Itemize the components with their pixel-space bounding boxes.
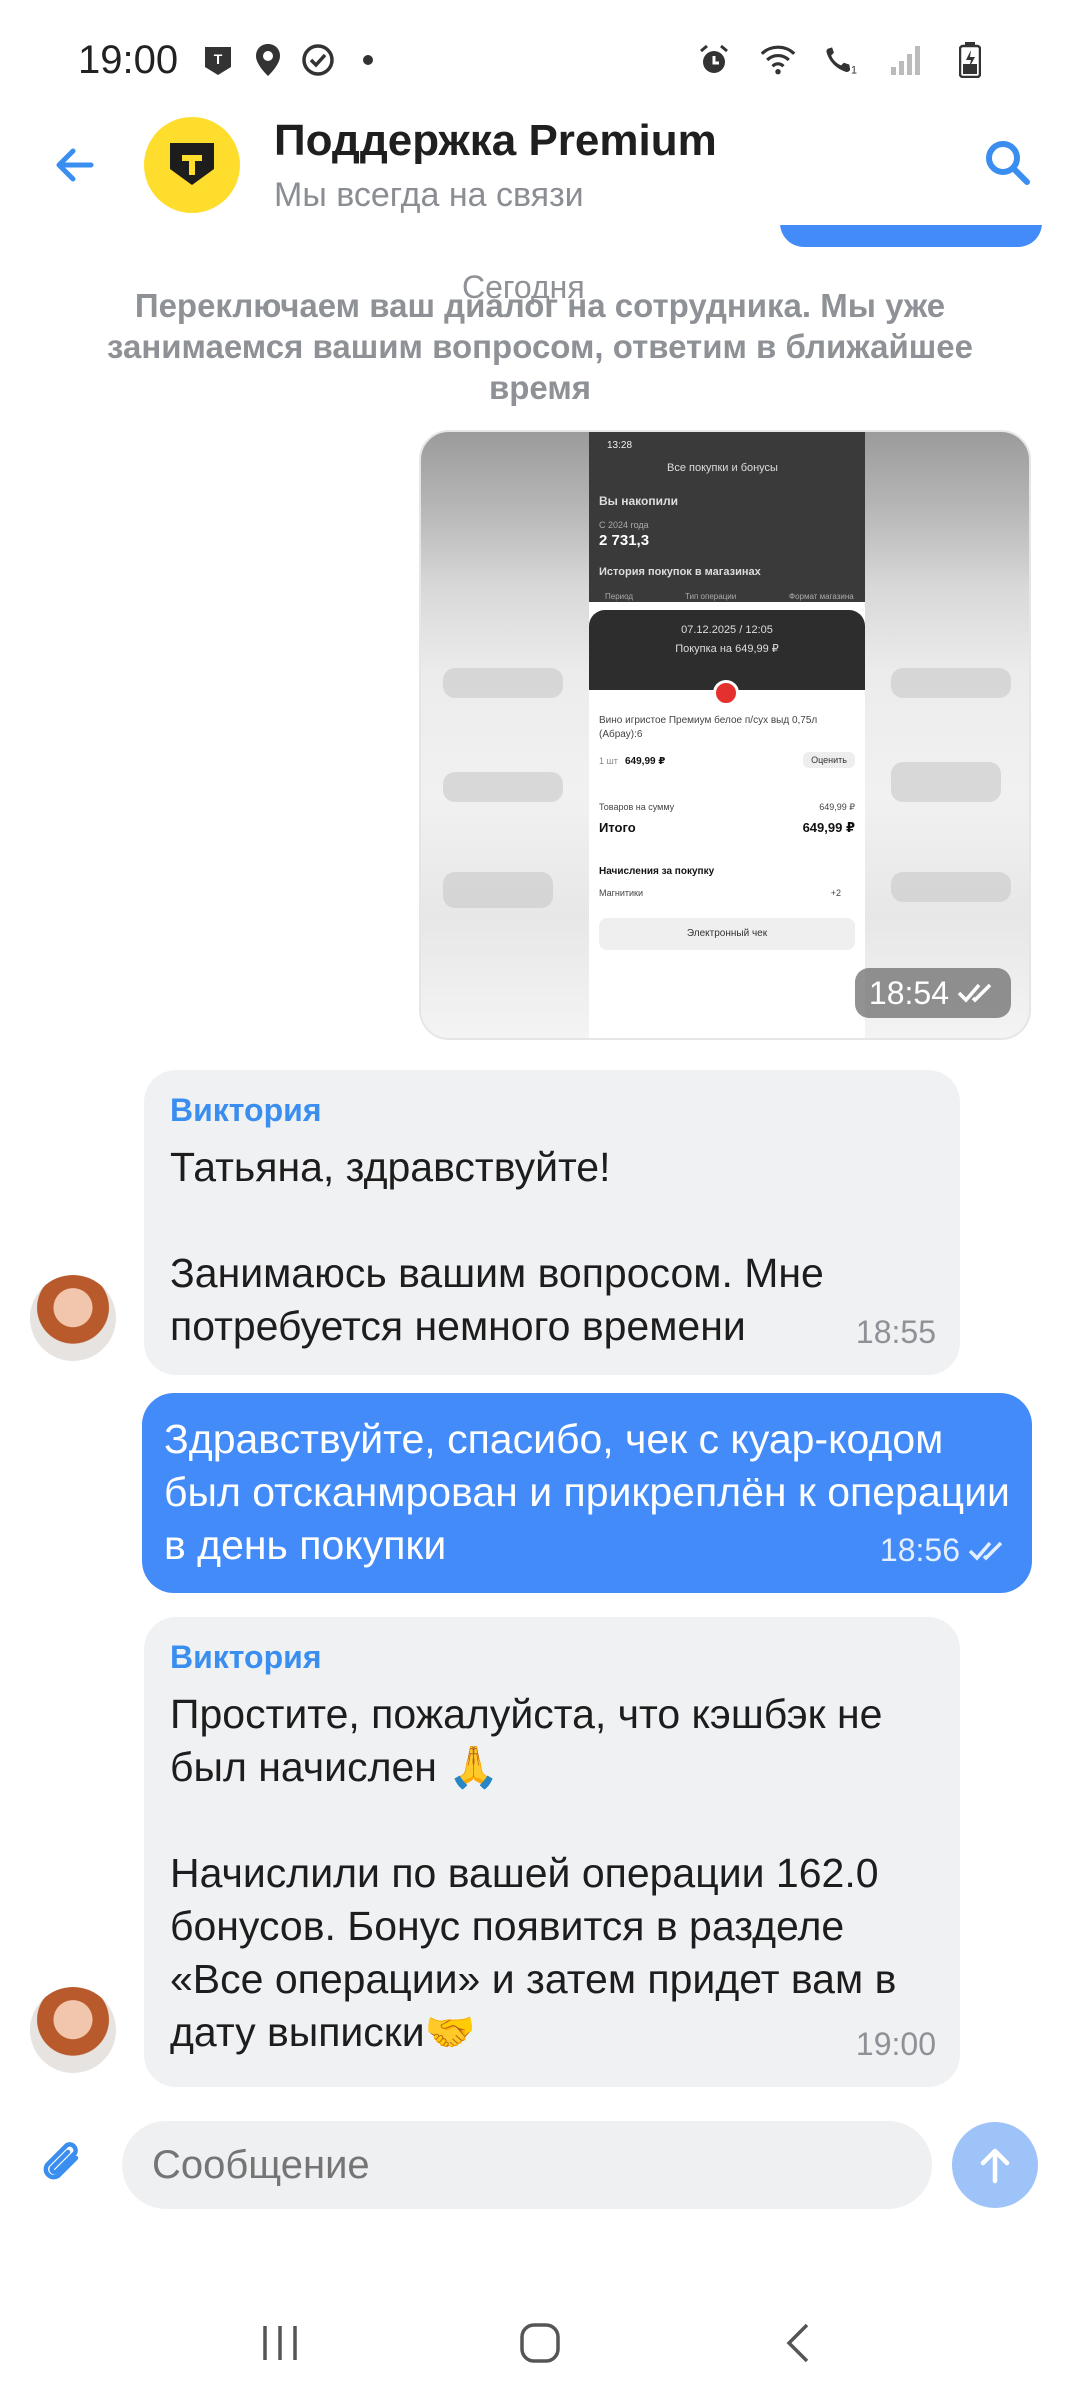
e-check-button: Электронный чек xyxy=(599,918,855,950)
receipt-total-label: Итого xyxy=(599,820,636,835)
app-notification-icon: T xyxy=(200,42,236,78)
message-time: 18:55 xyxy=(855,1314,936,1350)
signal-icon xyxy=(888,42,924,78)
image-message[interactable]: 13:28 Все покупки и бонусы Вы накопили С… xyxy=(419,430,1031,1040)
filter-type: Тип операции xyxy=(685,592,737,601)
screenshot-time: 13:28 xyxy=(607,440,633,451)
image-time-text: 18:54 xyxy=(868,974,949,1011)
screenshot-header: 13:28 Все покупки и бонусы Вы накопили С… xyxy=(589,432,865,602)
svg-text:1: 1 xyxy=(851,65,857,77)
message-input[interactable] xyxy=(122,2121,932,2209)
double-check-icon xyxy=(968,1541,1003,1561)
message-text: Простите, пожалуйста, что кэшбэк не был … xyxy=(170,1691,897,2055)
wifi-call-icon: 1 xyxy=(824,42,860,78)
receipt-date: 07.12.2025 / 12:05 xyxy=(681,624,773,636)
agent-avatar[interactable] xyxy=(30,1275,116,1361)
back-button[interactable] xyxy=(40,130,110,200)
screenshot-amount: 2 731,3 xyxy=(599,532,650,549)
home-button[interactable] xyxy=(500,2303,580,2383)
check-circle-icon xyxy=(300,42,336,78)
receipt-item: Вино игристое Премиум белое п/сух выд 0,… xyxy=(599,715,818,740)
dot-icon xyxy=(350,42,386,78)
system-nav-bar xyxy=(0,2285,1080,2400)
receipt-body: Вино игристое Премиум белое п/сух выд 0,… xyxy=(589,690,865,1038)
filter-format: Формат магазина xyxy=(789,592,854,601)
chat-area[interactable]: Переключаем ваш диалог на сотрудника. Мы… xyxy=(0,225,1080,2105)
chat-header: Поддержка Premium Мы всегда на связи xyxy=(0,105,1080,225)
receipt-magnit-value: +2 xyxy=(830,888,841,898)
message-time: 18:56 xyxy=(880,1532,1008,1569)
screenshot-history: История покупок в магазинах xyxy=(599,566,761,578)
arrow-left-icon xyxy=(56,148,94,182)
attach-button[interactable] xyxy=(30,2130,100,2200)
wifi-icon xyxy=(760,42,796,78)
recent-apps-icon xyxy=(263,2325,297,2360)
rate-button: Оценить xyxy=(803,752,855,768)
sender-name: Виктория xyxy=(170,1092,322,1128)
message-time: 19:00 xyxy=(855,2026,936,2062)
status-time: 19:00 xyxy=(78,37,179,82)
sender-name: Виктория xyxy=(170,1639,322,1675)
image-message-time: 18:54 xyxy=(854,968,1011,1018)
battery-charging-icon xyxy=(952,42,988,78)
screenshot-since: С 2024 года xyxy=(599,520,649,530)
recent-apps-button[interactable] xyxy=(240,2303,320,2383)
chat-avatar[interactable] xyxy=(144,117,240,213)
receipt-accrual-label: Начисления за покупку xyxy=(599,866,715,877)
system-back-button[interactable] xyxy=(760,2303,840,2383)
chat-subtitle: Мы всегда на связи xyxy=(274,175,584,214)
screenshot-title: Все покупки и бонусы xyxy=(667,462,778,474)
receipt-sum: Покупка на 649,99 ₽ xyxy=(675,643,779,655)
paperclip-icon xyxy=(43,2142,79,2180)
receipt-goods-value: 649,99 ₽ xyxy=(819,802,855,812)
receipt-item-price: 649,99 ₽ xyxy=(625,756,666,767)
status-bar: 19:00 T 1 xyxy=(0,0,1080,120)
chat-title: Поддержка Premium xyxy=(274,115,717,165)
previous-message-bubble[interactable] xyxy=(780,225,1042,247)
chevron-left-icon xyxy=(786,2323,809,2362)
svg-text:T: T xyxy=(214,51,223,67)
incoming-message[interactable]: Виктория Простите, пожалуйста, что кэшбэ… xyxy=(144,1617,960,2087)
receipt-magnit-label: Магнитики xyxy=(599,888,643,898)
screenshot-accumulated: Вы накопили xyxy=(599,494,678,508)
home-icon xyxy=(520,2322,560,2363)
search-icon xyxy=(986,141,1030,185)
send-button[interactable] xyxy=(952,2122,1038,2208)
purchase-screenshot: 13:28 Все покупки и бонусы Вы накопили С… xyxy=(589,432,865,1038)
double-check-icon xyxy=(957,983,992,1003)
receipt-header: 07.12.2025 / 12:05 Покупка на 649,99 ₽ xyxy=(589,610,865,690)
incoming-message[interactable]: Виктория Татьяна, здравствуйте! Занимаюс… xyxy=(144,1070,960,1375)
message-text: Татьяна, здравствуйте! Занимаюсь вашим в… xyxy=(170,1144,824,1349)
message-composer xyxy=(0,2115,1080,2215)
location-icon xyxy=(250,42,286,78)
date-divider: Сегодня xyxy=(462,269,585,305)
filter-period: Период xyxy=(605,592,634,601)
search-button[interactable] xyxy=(972,127,1042,197)
outgoing-message[interactable]: Здравствуйте, спасибо, чек с куар-кодом … xyxy=(142,1393,1032,1593)
receipt-total-value: 649,99 ₽ xyxy=(802,820,855,835)
bank-shield-icon xyxy=(170,143,214,185)
chat-title-block[interactable]: Поддержка Premium Мы всегда на связи xyxy=(274,116,717,215)
receipt-qty: 1 шт xyxy=(599,756,618,766)
store-logo-icon xyxy=(713,680,739,706)
alarm-icon xyxy=(696,42,732,78)
message-time-text: 18:56 xyxy=(879,1532,960,1568)
agent-avatar[interactable] xyxy=(30,1987,116,2073)
arrow-up-icon xyxy=(980,2148,1010,2184)
receipt-goods-label: Товаров на сумму xyxy=(599,802,675,812)
